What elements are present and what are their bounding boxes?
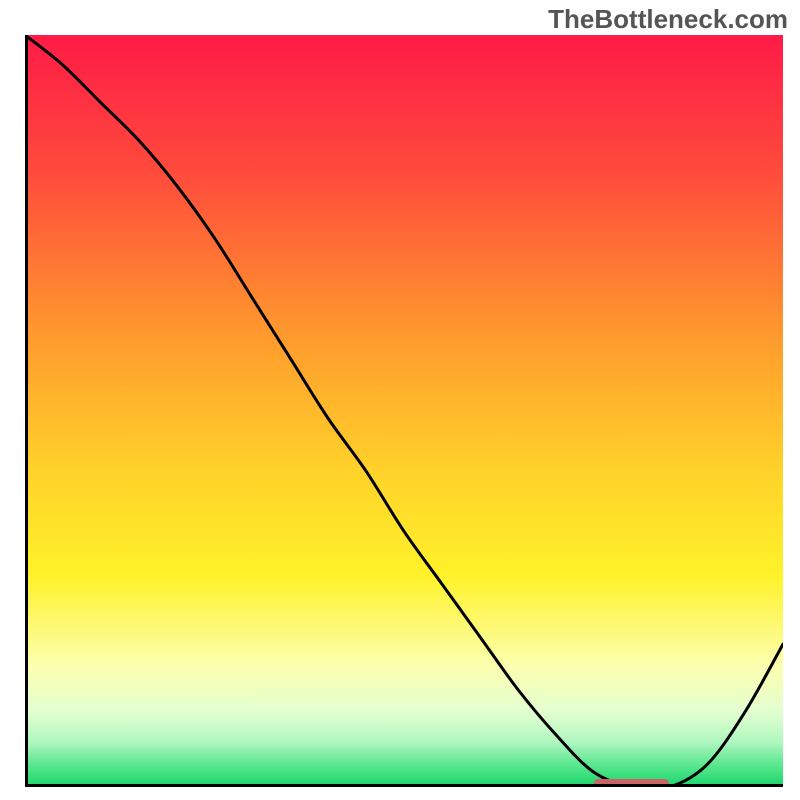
bottleneck-chart <box>25 35 783 787</box>
chart-plot-area <box>25 35 783 787</box>
watermark-label: TheBottleneck.com <box>548 4 788 35</box>
chart-frame: TheBottleneck.com <box>0 0 800 800</box>
gradient-background <box>25 35 783 787</box>
